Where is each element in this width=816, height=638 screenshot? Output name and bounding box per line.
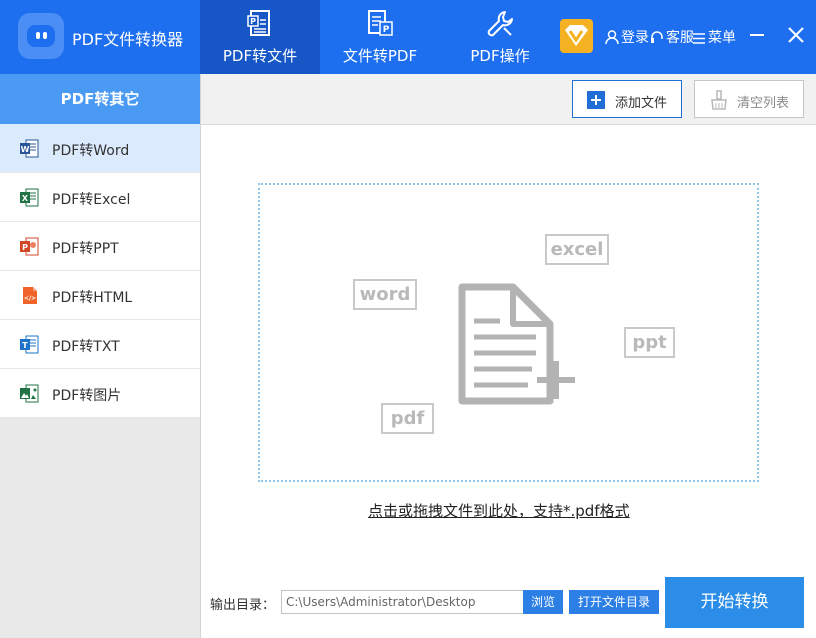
vip-badge-icon[interactable] [560,19,593,53]
file-to-pdf-icon: P [368,10,393,36]
browse-button[interactable]: 浏览 [523,590,563,614]
excel-icon: X [20,188,39,207]
app-logo-icon [18,13,64,59]
tab-file-to-pdf[interactable]: P 文件转PDF [320,0,440,74]
sidebar-item-label: PDF转图片 [52,388,122,404]
word-icon: W [20,139,39,158]
add-file-button[interactable]: 添加文件 [572,80,682,118]
app-title: PDF文件转换器 [72,30,184,49]
html-icon: </> [23,287,37,304]
service-button[interactable]: 客服 [650,27,694,47]
add-file-label: 添加文件 [615,96,668,111]
user-icon [605,30,619,45]
sidebar-title: PDF转其它 [0,74,200,124]
sidebar-item-label: PDF转PPT [52,241,119,257]
svg-text:T: T [22,341,28,350]
svg-text:X: X [22,194,29,203]
add-document-icon [458,283,575,405]
login-button[interactable]: 登录 [605,27,649,47]
word-tag: word [353,279,417,310]
sidebar-item-label: PDF转TXT [52,339,120,355]
ppt-tag: ppt [624,327,675,358]
service-label: 客服 [666,30,694,46]
start-convert-button[interactable]: 开始转换 [665,577,804,628]
output-dir-label: 输出目录： [210,598,276,613]
svg-text:P: P [250,17,256,26]
minimize-icon[interactable] [746,24,768,46]
clear-list-label: 清空列表 [737,96,790,111]
pdf-tag: pdf [381,403,434,434]
close-icon[interactable] [785,24,807,46]
wrench-icon [487,11,513,37]
title-bar: PDF文件转换器 P PDF转文件 P 文件转PDF PDF操作 登录 客服 菜… [0,0,816,74]
tab-pdf-to-file[interactable]: P PDF转文件 [200,0,320,74]
sidebar-item-label: PDF转Excel [52,192,131,208]
output-path-input[interactable] [281,590,524,614]
svg-text:P: P [22,243,28,252]
toolbar: 添加文件 清空列表 [201,74,816,125]
sidebar-item-pdf-to-html[interactable]: </> PDF转HTML [0,271,200,320]
drop-hint-link[interactable]: 点击或拖拽文件到此处，支持*.pdf格式 [368,500,630,521]
menu-icon [693,33,705,44]
sidebar-item-label: PDF转Word [52,143,130,159]
txt-icon: T [20,335,39,354]
tab-pdf-operations[interactable]: PDF操作 [440,0,560,74]
broom-icon [711,90,727,110]
login-label: 登录 [621,30,649,46]
pdf-to-file-icon: P [247,10,270,36]
tab-label: PDF转文件 [222,47,298,65]
sidebar-item-pdf-to-excel[interactable]: X PDF转Excel [0,173,200,222]
tab-label: 文件转PDF [342,47,418,65]
svg-text:W: W [21,145,30,154]
headset-icon [651,31,663,43]
sidebar-item-pdf-to-image[interactable]: PDF转图片 [0,369,200,418]
tab-label: PDF操作 [470,47,530,65]
sidebar-item-pdf-to-word[interactable]: W PDF转Word [0,124,200,173]
menu-label: 菜单 [708,30,736,46]
excel-tag: excel [545,234,609,265]
sidebar-item-pdf-to-txt[interactable]: T PDF转TXT [0,320,200,369]
ppt-icon: P [20,237,39,256]
add-file-icon [587,91,605,109]
sidebar-item-label: PDF转HTML [52,290,133,306]
svg-text:P: P [383,25,390,35]
sidebar-item-pdf-to-ppt[interactable]: P PDF转PPT [0,222,200,271]
image-icon [20,384,39,403]
sidebar: PDF转其它 W PDF转Word X PDF转Excel P PDF转PPT [0,74,200,638]
open-directory-button[interactable]: 打开文件目录 [569,590,659,614]
menu-button[interactable]: 菜单 [692,27,736,47]
svg-text:</>: </> [24,295,36,302]
clear-list-button[interactable]: 清空列表 [694,80,804,118]
